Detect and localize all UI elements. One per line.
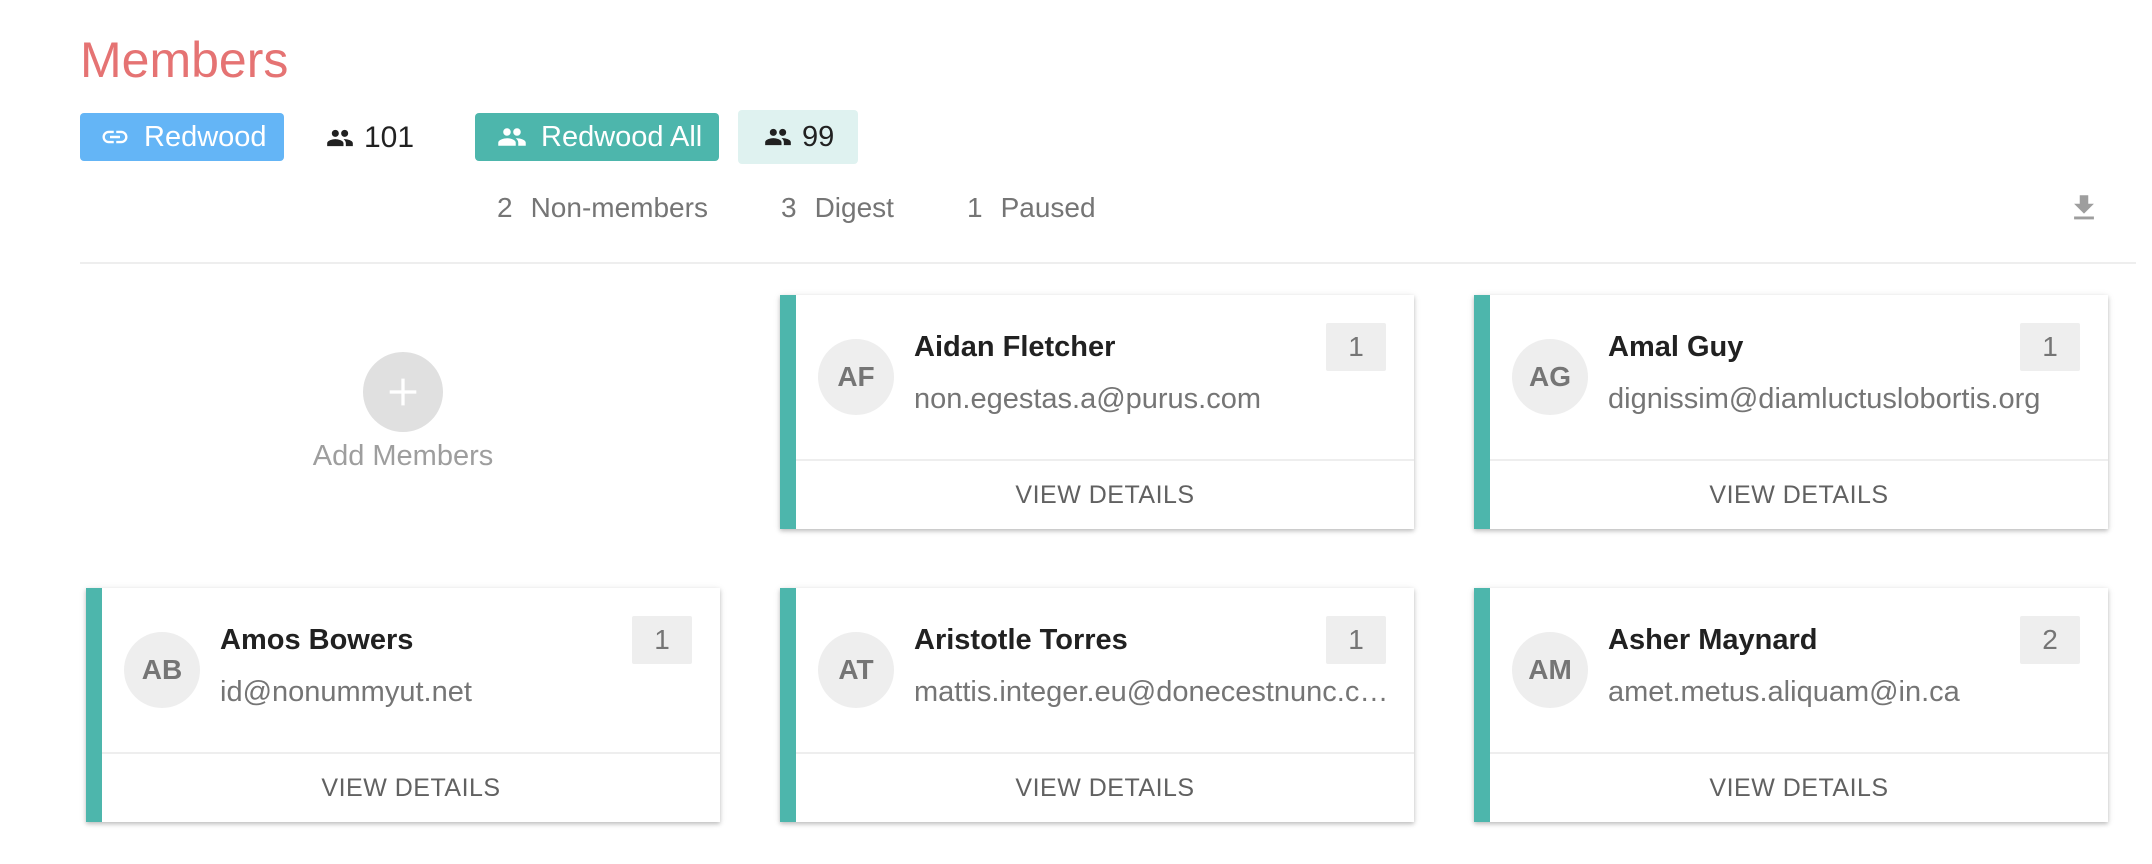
member-name: Aidan Fletcher [914,331,1116,363]
member-name: Amal Guy [1608,331,1744,363]
avatar: AB [124,632,200,708]
member-card: AG Amal Guy dignissim@diamluctuslobortis… [1474,295,2108,529]
view-details-button[interactable]: VIEW DETAILS [796,461,1414,529]
paused-count: 1 [967,192,983,223]
member-count-badge: 1 [2020,323,2080,371]
member-name: Aristotle Torres [914,624,1128,656]
people-icon [497,122,527,152]
header-divider [80,262,2136,264]
member-name: Asher Maynard [1608,624,1818,656]
member-card: AT Aristotle Torres mattis.integer.eu@do… [780,588,1414,822]
view-details-button[interactable]: VIEW DETAILS [1490,754,2108,822]
non-members-filter[interactable]: 2 Non-members [497,190,708,226]
view-details-button[interactable]: VIEW DETAILS [796,754,1414,822]
digest-filter[interactable]: 3 Digest [781,190,894,226]
non-members-label: Non-members [530,192,708,223]
member-count-badge: 1 [1326,616,1386,664]
view-details-button[interactable]: VIEW DETAILS [1490,461,2108,529]
member-count-badge: 2 [2020,616,2080,664]
member-card: AB Amos Bowers id@nonummyut.net 1 VIEW D… [86,588,720,822]
add-members-label: Add Members [312,440,494,472]
member-card: AF Aidan Fletcher non.egestas.a@purus.co… [780,295,1414,529]
all-members-chip[interactable]: Redwood All [475,113,719,161]
digest-count: 3 [781,192,797,223]
avatar: AT [818,632,894,708]
all-members-count[interactable]: 99 [738,110,858,164]
all-members-count-value: 99 [802,120,835,153]
add-members-button[interactable]: Add Members [300,352,506,482]
group-chip-label: Redwood [144,120,267,153]
download-icon[interactable] [2064,188,2104,228]
member-name: Amos Bowers [220,624,414,656]
people-icon [764,123,792,151]
avatar: AG [1512,339,1588,415]
paused-label: Paused [1000,192,1096,223]
avatar: AM [1512,632,1588,708]
member-card: AM Asher Maynard amet.metus.aliquam@in.c… [1474,588,2108,822]
page-title: Members [80,32,289,88]
member-email: amet.metus.aliquam@in.ca [1608,676,1960,708]
view-details-button[interactable]: VIEW DETAILS [102,754,720,822]
paused-filter[interactable]: 1 Paused [967,190,1096,226]
plus-icon [363,352,443,432]
member-email: non.egestas.a@purus.com [914,383,1262,415]
all-members-chip-label: Redwood All [541,120,703,153]
member-count-badge: 1 [1326,323,1386,371]
member-email: dignissim@diamluctuslobortis.org [1608,383,2041,415]
avatar: AF [818,339,894,415]
non-members-count: 2 [497,192,513,223]
group-chip[interactable]: Redwood [80,113,284,161]
digest-label: Digest [814,192,894,223]
members-page: Members Redwood 101 Redwood All 99 2 Non… [0,0,2152,864]
member-email: id@nonummyut.net [220,676,472,708]
group-member-count-value: 101 [364,121,415,154]
member-email: mattis.integer.eu@donecestnunc.com [914,676,1394,708]
people-icon [326,124,354,152]
member-count-badge: 1 [632,616,692,664]
group-member-count: 101 [326,116,414,160]
link-icon [100,122,130,152]
